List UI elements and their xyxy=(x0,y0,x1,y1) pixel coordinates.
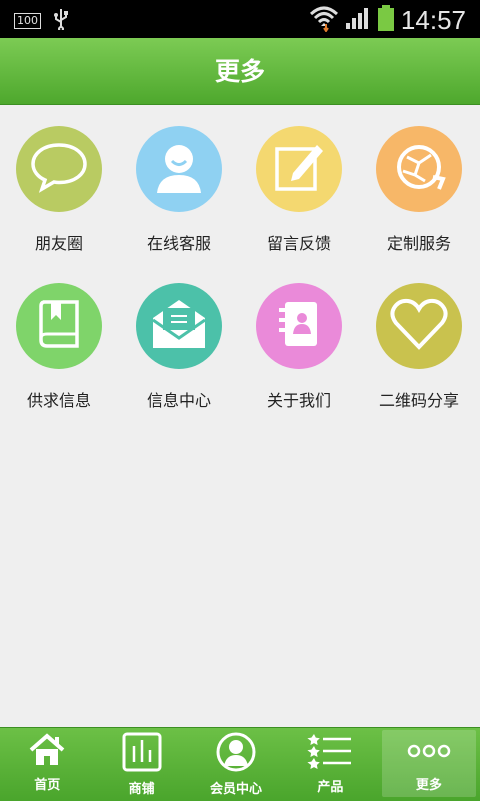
tab-label: 商铺 xyxy=(128,782,155,797)
tab-more[interactable]: 更多 xyxy=(381,730,477,797)
tab-products[interactable]: 产品 xyxy=(283,728,377,801)
globe-refresh-icon xyxy=(389,137,449,201)
grid-item-label: 朋友圈 xyxy=(34,234,83,253)
grid-item-label: 定制服务 xyxy=(386,234,451,253)
heart-icon xyxy=(388,295,450,357)
grid-icon-circle xyxy=(376,126,462,212)
battery-icon xyxy=(377,4,395,36)
star-list-icon xyxy=(307,732,353,774)
edit-note-icon xyxy=(269,137,329,201)
grid-icon-circle xyxy=(136,283,222,369)
grid-icon-circle xyxy=(16,283,102,369)
more-dots-icon xyxy=(406,734,452,772)
grid-icon-circle xyxy=(376,283,462,369)
bottom-tab-bar: 首页 商铺 会员中心 产品 更多 xyxy=(0,727,480,801)
title-bar: 更多 xyxy=(0,38,480,105)
battery-level-icon: 100 xyxy=(14,13,41,29)
grid-item-qrcode-share[interactable]: 二维码分享 xyxy=(360,283,478,411)
store-bars-icon xyxy=(122,732,162,776)
grid-item-label: 供求信息 xyxy=(26,391,91,410)
tab-stores[interactable]: 商铺 xyxy=(94,728,188,801)
contact-book-icon xyxy=(269,294,329,358)
grid-item-label: 信息中心 xyxy=(146,391,211,410)
grid-item-label: 关于我们 xyxy=(266,391,331,410)
member-avatar-icon xyxy=(215,732,257,776)
user-avatar-icon xyxy=(149,137,209,201)
grid-item-supply-demand[interactable]: 供求信息 xyxy=(0,283,118,411)
grid-icon-circle xyxy=(256,126,342,212)
bookmark-book-icon xyxy=(29,294,89,358)
grid-item-info-center[interactable]: 信息中心 xyxy=(120,283,238,411)
grid-item-custom-service[interactable]: 定制服务 xyxy=(360,126,478,254)
status-time: 14:57 xyxy=(400,4,466,35)
wifi-icon xyxy=(309,4,339,36)
status-bar: 100 14:57 xyxy=(0,0,480,38)
grid-icon-circle xyxy=(136,126,222,212)
tab-label: 会员中心 xyxy=(210,782,263,797)
grid-item-label: 留言反馈 xyxy=(266,234,331,253)
chat-bubble-icon xyxy=(29,139,89,199)
grid-item-feedback[interactable]: 留言反馈 xyxy=(240,126,358,254)
signal-icon xyxy=(345,6,371,34)
grid-item-about-us[interactable]: 关于我们 xyxy=(240,283,358,411)
tab-label: 首页 xyxy=(34,778,61,793)
page-title: 更多 xyxy=(214,57,265,86)
envelope-icon xyxy=(147,294,211,358)
grid-item-label: 二维码分享 xyxy=(378,391,459,410)
tab-home[interactable]: 首页 xyxy=(0,728,94,801)
tab-label: 更多 xyxy=(415,778,442,793)
tab-label: 产品 xyxy=(317,780,344,795)
grid-item-label: 在线客服 xyxy=(146,234,211,253)
grid-item-moments[interactable]: 朋友圈 xyxy=(0,126,118,254)
usb-icon xyxy=(53,8,69,34)
tab-member-center[interactable]: 会员中心 xyxy=(189,728,283,801)
grid-icon-circle xyxy=(256,283,342,369)
grid-icon-circle xyxy=(16,126,102,212)
grid-item-online-service[interactable]: 在线客服 xyxy=(120,126,238,254)
home-icon xyxy=(27,732,67,772)
